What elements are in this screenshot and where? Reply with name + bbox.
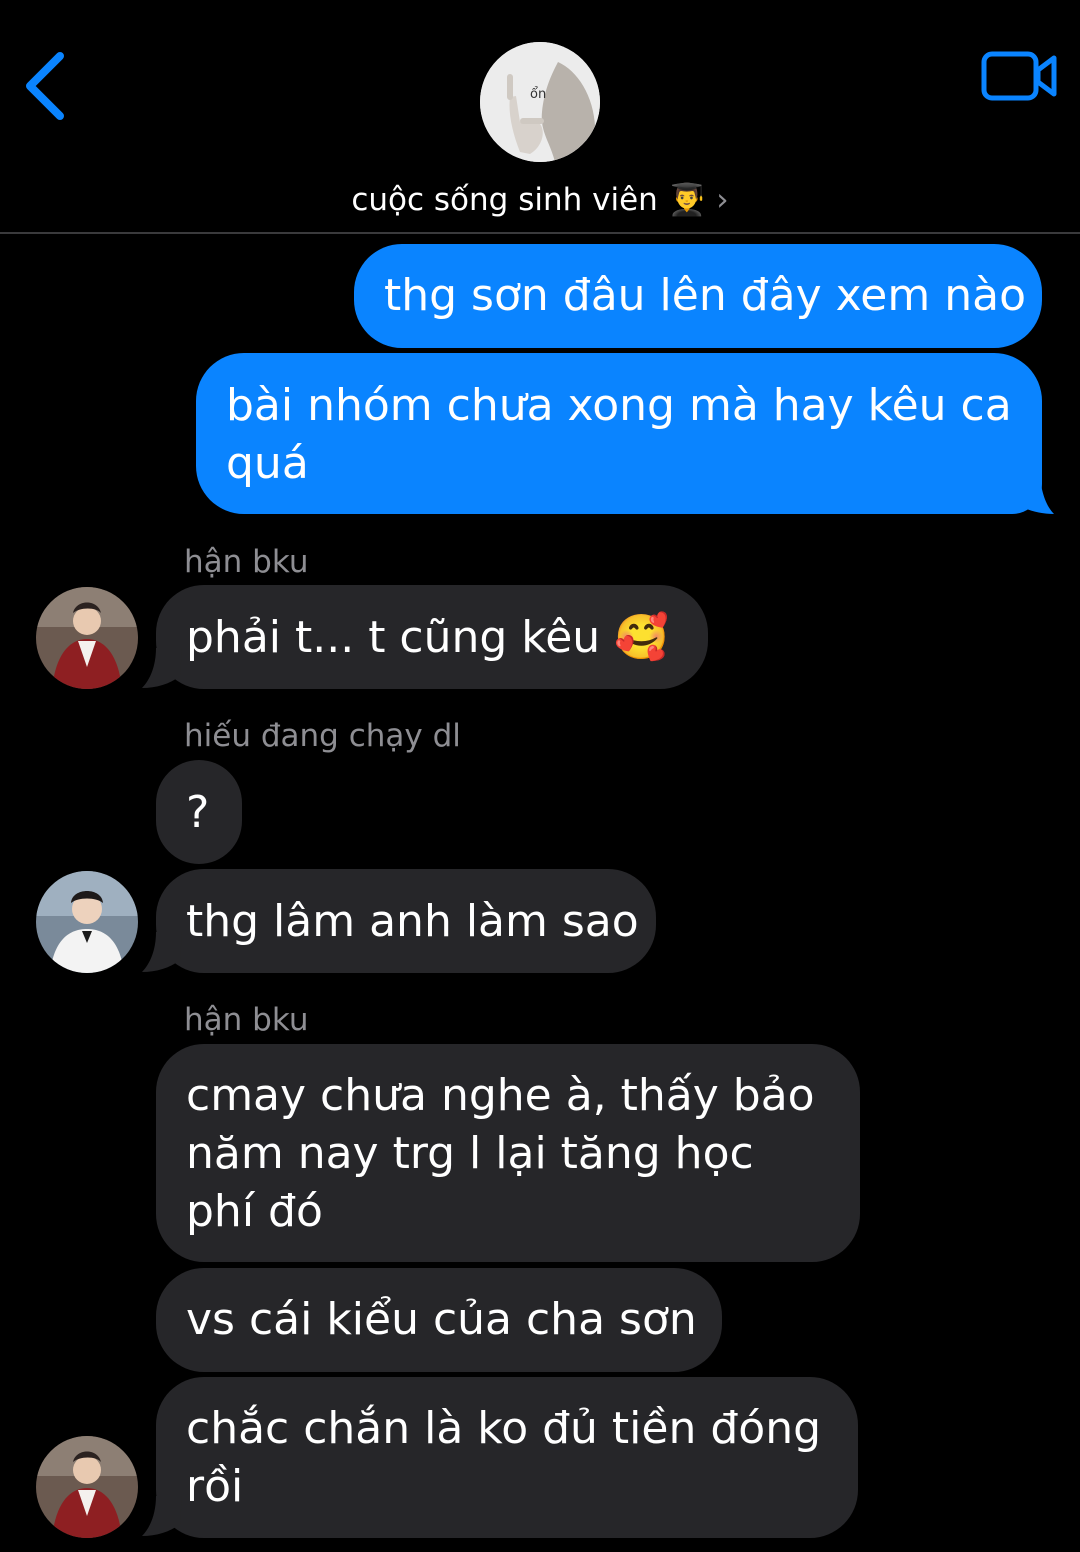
- group-avatar[interactable]: ổn: [480, 42, 600, 162]
- message-text: vs cái kiểu của cha sơn: [186, 1294, 697, 1345]
- avatar-hieu[interactable]: [36, 871, 138, 973]
- chat-header: ổn cuộc sống sinh viên 👨‍🎓 ›: [0, 0, 1080, 234]
- message-text: chắc chắn là ko đủ tiền đóng rồi: [186, 1403, 822, 1512]
- message-bubble-incoming[interactable]: thg lâm anh làm sao: [156, 869, 656, 973]
- avatar-han-bku[interactable]: [36, 1436, 138, 1538]
- bubble-tail: [142, 1496, 182, 1536]
- message-text: bài nhóm chưa xong mà hay kêu ca quá: [226, 380, 1012, 489]
- sender-name: hiếu đang chạy dl: [184, 718, 461, 754]
- video-call-button[interactable]: [980, 48, 1060, 104]
- message-text: ?: [186, 787, 210, 838]
- message-bubble-incoming[interactable]: chắc chắn là ko đủ tiền đóng rồi: [156, 1377, 858, 1538]
- message-text: cmay chưa nghe à, thấy bảo năm nay trg l…: [186, 1070, 815, 1237]
- group-avatar-text: ổn: [530, 87, 546, 102]
- avatar-image: [36, 587, 138, 689]
- group-name: cuộc sống sinh viên 👨‍🎓: [351, 182, 707, 218]
- message-bubble-incoming[interactable]: ?: [156, 760, 242, 864]
- message-text: phải t... t cũng kêu 🥰: [186, 612, 669, 663]
- message-bubble-incoming[interactable]: phải t... t cũng kêu 🥰: [156, 585, 708, 689]
- message-text: thg lâm anh làm sao: [186, 896, 639, 947]
- sender-name: hận bku: [184, 544, 309, 580]
- avatar-image: [36, 871, 138, 973]
- bubble-tail: [142, 648, 182, 688]
- message-bubble-incoming[interactable]: cmay chưa nghe à, thấy bảo năm nay trg l…: [156, 1044, 860, 1262]
- avatar-han-bku[interactable]: [36, 587, 138, 689]
- bubble-tail: [142, 932, 182, 972]
- avatar-image: [36, 1436, 138, 1538]
- message-bubble-outgoing[interactable]: bài nhóm chưa xong mà hay kêu ca quá: [196, 353, 1042, 514]
- bubble-tail: [1010, 470, 1054, 514]
- group-name-button[interactable]: cuộc sống sinh viên 👨‍🎓 ›: [0, 178, 1080, 222]
- chevron-left-icon: [26, 52, 64, 120]
- message-text: thg sơn đâu lên đây xem nào: [384, 270, 1026, 321]
- message-bubble-outgoing[interactable]: thg sơn đâu lên đây xem nào: [354, 244, 1042, 348]
- group-avatar-image: ổn: [480, 42, 600, 162]
- message-bubble-incoming[interactable]: vs cái kiểu của cha sơn: [156, 1268, 722, 1372]
- video-camera-icon: [981, 51, 1057, 101]
- sender-name: hận bku: [184, 1002, 309, 1038]
- chevron-right-icon: ›: [716, 182, 729, 218]
- back-button[interactable]: [20, 48, 76, 124]
